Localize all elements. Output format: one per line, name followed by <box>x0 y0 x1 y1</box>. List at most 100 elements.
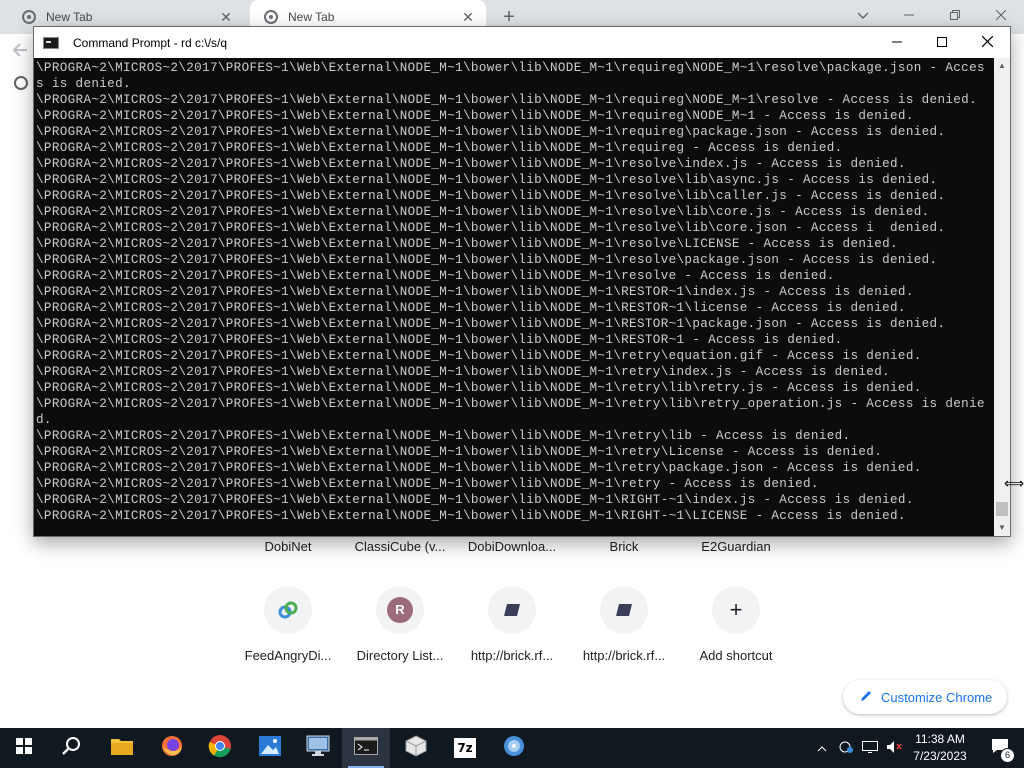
console-line: \PROGRA~2\MICROS~2\2017\PROFES~1\Web\Ext… <box>36 93 977 107</box>
cmd-minimize-icon[interactable] <box>874 27 920 58</box>
console-line: \PROGRA~2\MICROS~2\2017\PROFES~1\Web\Ext… <box>36 461 922 475</box>
chrome-favicon-icon <box>264 10 278 24</box>
shortcut-feedangrydi[interactable]: FeedAngryDi... <box>232 586 344 663</box>
notification-icon: 6 <box>991 738 1015 763</box>
taskbar-disc-app[interactable] <box>490 728 538 768</box>
plus-icon: + <box>712 586 760 634</box>
network-status-icon[interactable] <box>834 740 858 757</box>
cmd-close-icon[interactable] <box>964 27 1010 58</box>
shortcut-label: http://brick.rf... <box>582 648 666 663</box>
customize-chrome-label: Customize Chrome <box>881 689 993 705</box>
console-line: \PROGRA~2\MICROS~2\2017\PROFES~1\Web\Ext… <box>36 365 891 379</box>
cmd-scrollbar[interactable]: ▲ ▼ <box>994 58 1010 536</box>
shortcut-e2guardian[interactable]: E2Guardian <box>680 539 792 554</box>
console-line: \PROGRA~2\MICROS~2\2017\PROFES~1\Web\Ext… <box>36 397 985 411</box>
start-button[interactable] <box>0 728 48 768</box>
shortcut-label: http://brick.rf... <box>470 648 554 663</box>
tab-title: New Tab <box>288 10 335 24</box>
command-prompt-window[interactable]: Command Prompt - rd c:\/s/q \PROGRA~2\MI… <box>33 26 1011 537</box>
console-line: \PROGRA~2\MICROS~2\2017\PROFES~1\Web\Ext… <box>36 445 883 459</box>
taskbar: 7z 11:38 AM 7/23/2023 6 <box>0 728 1024 768</box>
volume-muted-icon[interactable] <box>882 740 906 757</box>
disc-icon <box>503 735 525 762</box>
shortcut-dobidownload[interactable]: DobiDownloa... <box>456 539 568 554</box>
windows-icon <box>16 737 32 759</box>
shortcut-label: Brick <box>609 539 639 554</box>
browser-restore-icon[interactable] <box>940 4 970 26</box>
console-line: s is denied. <box>36 77 131 91</box>
cmd-app-icon <box>43 36 59 49</box>
scroll-thumb[interactable] <box>996 502 1008 516</box>
console-line: \PROGRA~2\MICROS~2\2017\PROFES~1\Web\Ext… <box>36 477 819 491</box>
tray-chevron-up-icon[interactable] <box>814 741 830 755</box>
shortcut-dobinet[interactable]: DobiNet <box>232 539 344 554</box>
console-line: \PROGRA~2\MICROS~2\2017\PROFES~1\Web\Ext… <box>36 125 946 139</box>
browser-close-icon[interactable] <box>986 4 1016 26</box>
console-line: \PROGRA~2\MICROS~2\2017\PROFES~1\Web\Ext… <box>36 493 914 507</box>
back-arrow-icon[interactable] <box>12 42 28 63</box>
shortcut-directory-list[interactable]: R Directory List... <box>344 586 456 663</box>
shortcut-brick-rf-2[interactable]: http://brick.rf... <box>568 586 680 663</box>
console-line: \PROGRA~2\MICROS~2\2017\PROFES~1\Web\Ext… <box>36 173 938 187</box>
taskbar-firefox[interactable] <box>148 728 196 768</box>
cmd-maximize-icon[interactable] <box>919 27 965 58</box>
tab-search-chevron-icon[interactable] <box>848 4 878 26</box>
cmd-console-output[interactable]: \PROGRA~2\MICROS~2\2017\PROFES~1\Web\Ext… <box>34 58 994 536</box>
console-line: \PROGRA~2\MICROS~2\2017\PROFES~1\Web\Ext… <box>36 253 938 267</box>
taskbar-file-explorer[interactable] <box>98 728 146 768</box>
notification-count-badge: 6 <box>1000 747 1015 763</box>
console-line: \PROGRA~2\MICROS~2\2017\PROFES~1\Web\Ext… <box>36 285 914 299</box>
taskbar-command-prompt[interactable] <box>342 728 390 768</box>
taskbar-7zip[interactable]: 7z <box>441 728 489 768</box>
console-line: d. <box>36 413 52 427</box>
taskbar-clock[interactable]: 11:38 AM 7/23/2023 <box>904 731 976 765</box>
cmd-titlebar[interactable]: Command Prompt - rd c:\/s/q <box>34 27 1010 58</box>
taskbar-remote-desktop[interactable] <box>294 728 342 768</box>
pencil-icon <box>859 689 873 706</box>
console-line: \PROGRA~2\MICROS~2\2017\PROFES~1\Web\Ext… <box>36 317 946 331</box>
shortcut-classicube[interactable]: ClassiCube (v... <box>344 539 456 554</box>
console-line: \PROGRA~2\MICROS~2\2017\PROFES~1\Web\Ext… <box>36 61 985 75</box>
shortcut-brick[interactable]: Brick <box>568 539 680 554</box>
taskbar-photos[interactable] <box>246 728 294 768</box>
browser-minimize-icon[interactable] <box>894 4 924 26</box>
shortcut-label: E2Guardian <box>701 539 771 554</box>
new-tab-button[interactable]: + <box>498 6 520 28</box>
tab-close-icon[interactable]: ✕ <box>216 9 236 26</box>
shortcut-label: Add shortcut <box>699 648 773 663</box>
shortcut-label: FeedAngryDi... <box>244 648 332 663</box>
clock-date: 7/23/2023 <box>913 749 967 763</box>
console-line: \PROGRA~2\MICROS~2\2017\PROFES~1\Web\Ext… <box>36 237 898 251</box>
taskbar-package-app[interactable] <box>392 728 440 768</box>
chrome-icon <box>208 734 232 763</box>
cmd-icon <box>354 736 378 760</box>
shortcut-label: Directory List... <box>356 648 444 663</box>
notification-center-button[interactable]: 6 <box>976 728 1024 768</box>
scroll-down-arrow-icon[interactable]: ▼ <box>994 520 1010 536</box>
system-tray <box>814 728 906 768</box>
console-line: \PROGRA~2\MICROS~2\2017\PROFES~1\Web\Ext… <box>36 221 946 235</box>
console-line: \PROGRA~2\MICROS~2\2017\PROFES~1\Web\Ext… <box>36 333 843 347</box>
monitor-icon <box>306 735 330 762</box>
console-line: \PROGRA~2\MICROS~2\2017\PROFES~1\Web\Ext… <box>36 349 922 363</box>
shortcut-brick-rf-1[interactable]: http://brick.rf... <box>456 586 568 663</box>
taskbar-chrome[interactable] <box>196 728 244 768</box>
photos-icon <box>259 735 281 761</box>
add-shortcut-button[interactable]: + Add shortcut <box>680 586 792 663</box>
taskbar-search-button[interactable] <box>48 728 96 768</box>
display-icon[interactable] <box>858 740 882 756</box>
shortcut-label: ClassiCube (v... <box>354 539 446 554</box>
console-line: \PROGRA~2\MICROS~2\2017\PROFES~1\Web\Ext… <box>36 429 851 443</box>
scroll-up-arrow-icon[interactable]: ▲ <box>994 58 1010 74</box>
console-line: \PROGRA~2\MICROS~2\2017\PROFES~1\Web\Ext… <box>36 141 843 155</box>
cmd-console-text: \PROGRA~2\MICROS~2\2017\PROFES~1\Web\Ext… <box>34 58 994 524</box>
tab-close-icon[interactable]: ✕ <box>458 9 478 26</box>
shortcut-label: DobiNet <box>264 539 312 554</box>
firefox-icon <box>161 735 183 762</box>
cmd-window-title: Command Prompt - rd c:\/s/q <box>73 35 228 50</box>
console-line: \PROGRA~2\MICROS~2\2017\PROFES~1\Web\Ext… <box>36 109 914 123</box>
chrome-favicon-icon <box>22 10 36 24</box>
brick-icon <box>488 586 536 634</box>
console-line: \PROGRA~2\MICROS~2\2017\PROFES~1\Web\Ext… <box>36 301 906 315</box>
customize-chrome-button[interactable]: Customize Chrome <box>843 680 1007 714</box>
